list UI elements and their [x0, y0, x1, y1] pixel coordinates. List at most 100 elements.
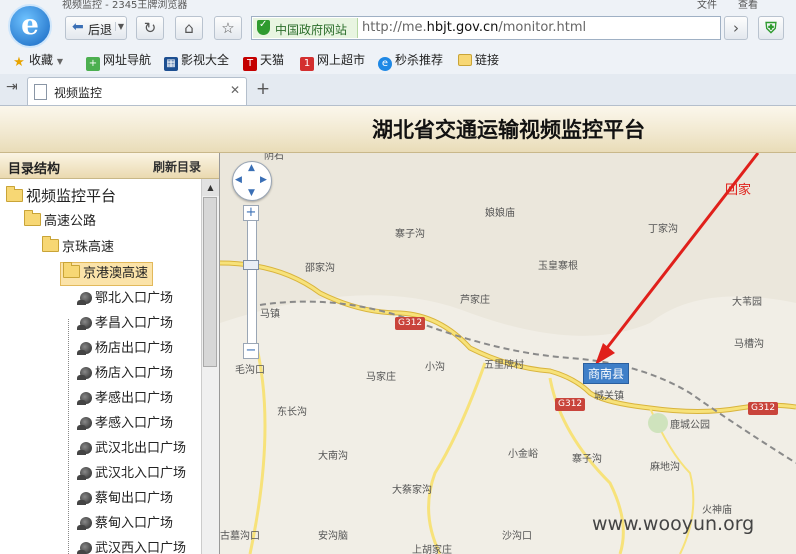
tree-node-highway[interactable]: 高速公路 [24, 210, 96, 232]
bookmark-supermarket[interactable]: 1 网上超市 [300, 51, 365, 71]
url-text[interactable]: http://me.hbjt.gov.cn/monitor.html [362, 20, 586, 35]
map-place-label: 小金峪 [508, 449, 538, 460]
folder-icon [63, 262, 80, 278]
map-place-label: 寨子沟 [572, 454, 602, 465]
map-place-label: 邵家沟 [305, 263, 335, 274]
tmall-icon: T [243, 57, 257, 71]
camera-item[interactable]: 孝昌入口广场 [77, 314, 173, 334]
map-place-label: 毛沟口 [235, 365, 265, 376]
map-place-label: 玉皇寨根 [538, 261, 578, 272]
folder-icon [458, 54, 472, 66]
camera-item[interactable]: 蔡甸入口广场 [77, 514, 173, 534]
camera-item[interactable]: 武汉北入口广场 [77, 464, 186, 484]
map-place-label: 大南沟 [318, 451, 348, 462]
new-tab-button[interactable]: + [252, 79, 274, 101]
folder-icon [24, 210, 41, 226]
bookmark-tmall[interactable]: T 天猫 [243, 51, 284, 71]
map-place-label: 安沟脑 [318, 531, 348, 542]
gov-site-badge[interactable]: 中国政府网站 [253, 18, 358, 38]
camera-item[interactable]: 鄂北入口广场 [77, 289, 173, 309]
map-place-label: 小沟 [425, 362, 445, 373]
menu-file[interactable]: 文件 [697, 0, 717, 10]
home-button[interactable]: ⌂ [175, 16, 203, 40]
map-place-label: 马家庄 [366, 372, 396, 383]
map-place-label: 麻地沟 [650, 462, 680, 473]
star-icon: ☆ [221, 19, 235, 37]
tree-node-root[interactable]: 视频监控平台 [6, 186, 116, 206]
bookmark-favorites[interactable]: ★ 收藏 ▼ [12, 51, 63, 70]
tree-node-jinggangao[interactable]: 京港澳高速 [60, 262, 154, 286]
go-button[interactable]: › [724, 16, 748, 40]
map-place-label: 五里牌村 [484, 360, 524, 371]
sidebar-toggle-icon[interactable]: ⇥ [6, 79, 18, 95]
camera-icon [77, 292, 92, 305]
back-dropdown-icon[interactable]: ▼ [114, 22, 124, 31]
window-title: 视频监控 - 2345王牌浏览器 [62, 0, 188, 10]
page-icon [34, 84, 47, 100]
camera-item[interactable]: 武汉西入口广场 [77, 539, 186, 554]
tree-node-jingzhu[interactable]: 京珠高速 [42, 236, 114, 258]
title-bar: 视频监控 - 2345王牌浏览器 文件 查看 [0, 0, 796, 10]
zoom-out-button[interactable]: − [243, 343, 259, 359]
camera-icon [77, 492, 92, 505]
scroll-thumb[interactable] [203, 197, 217, 367]
map-place-label: 芦家庄 [460, 295, 490, 306]
sidebar-title: 目录结构 [8, 162, 61, 177]
road-shield: G312 [555, 398, 586, 411]
camera-icon [77, 442, 92, 455]
tab-monitor[interactable]: 视频监控 ✕ [27, 77, 247, 105]
bookmark-links[interactable]: 链接 [458, 51, 499, 68]
browser-chrome: 视频监控 - 2345王牌浏览器 文件 查看 e ⬅ 后退 ▼ ↻ ⌂ ☆ 中国… [0, 0, 796, 106]
camera-icon [77, 542, 92, 554]
map-place-label: 上胡家庄 [412, 545, 452, 554]
city-marker[interactable]: 商南县 [583, 363, 630, 384]
camera-item[interactable]: 杨店入口广场 [77, 364, 173, 384]
bookmark-nav[interactable]: + 网址导航 [86, 51, 151, 71]
ie-small-icon: e [378, 57, 392, 71]
shop-icon: 1 [300, 57, 314, 71]
road-shield: G312 [395, 317, 426, 330]
gov-badge-label: 中国政府网站 [275, 23, 348, 37]
camera-item[interactable]: 孝感入口广场 [77, 414, 173, 434]
map-place-label: 马槽沟 [734, 339, 764, 350]
close-icon[interactable]: ✕ [230, 83, 240, 97]
home-annotation: 回家 [725, 183, 752, 198]
map-place-label: 沙沟口 [502, 531, 532, 542]
map-place-label: 马镇 [260, 309, 280, 320]
zoom-slider-handle[interactable] [243, 260, 259, 270]
bookmark-video[interactable]: ▦ 影视大全 [164, 51, 229, 71]
road-shield: G312 [748, 402, 779, 415]
zoom-in-button[interactable]: + [243, 205, 259, 221]
map-view[interactable]: ▲ ▼ ◀ ▶ + − 阴石 寨子沟 娘娘庙 丁家沟 邵家沟 玉皇寨根 芦家庄 大苇园 马槽沟马… [220, 153, 796, 554]
back-arrow-icon: ⬅ [72, 19, 84, 35]
map-pan-control[interactable]: ▲ ▼ ◀ ▶ [232, 161, 272, 201]
map-place-label: 丁家沟 [648, 224, 678, 235]
nav-site-icon: + [86, 57, 100, 71]
refresh-directory-button[interactable]: 刷新目录 [153, 158, 201, 175]
pan-down-icon: ▼ [248, 188, 255, 198]
bookmarks-bar: ★ 收藏 ▼ + 网址导航 ▦ 影视大全 T 天猫 1 网上超市 e 秒杀推荐 链接 [0, 46, 796, 72]
back-label: 后退 [88, 23, 113, 37]
shield-check-icon [257, 19, 270, 35]
zoom-slider-track[interactable] [247, 213, 257, 355]
menu-view[interactable]: 查看 [738, 0, 758, 10]
camera-icon [77, 417, 92, 430]
scroll-up-arrow-icon[interactable]: ▲ [202, 179, 219, 196]
map-place-label: 大苇园 [732, 297, 762, 308]
tree-scrollbar[interactable]: ▲ [201, 179, 219, 554]
camera-item[interactable]: 蔡甸出口广场 [77, 489, 173, 509]
camera-item[interactable]: 武汉北出口广场 [77, 439, 186, 459]
camera-icon [77, 517, 92, 530]
back-button[interactable]: ⬅ 后退 ▼ [65, 16, 127, 40]
star-icon: ★ [13, 55, 25, 70]
refresh-button[interactable]: ↻ [136, 16, 164, 40]
directory-tree: 视频监控平台 高速公路 京珠高速 京港澳高速 鄂北入口广场 孝昌入口广场 杨店出口广… [0, 179, 200, 554]
address-bar[interactable]: 中国政府网站 http://me.hbjt.gov.cn/monitor.htm… [251, 16, 721, 40]
page-title: 湖北省交通运输视频监控平台 [372, 118, 645, 142]
map-place-label: 阴石 [264, 153, 284, 162]
camera-item[interactable]: 杨店出口广场 [77, 339, 173, 359]
favorite-button[interactable]: ☆ [214, 16, 242, 40]
bookmark-flash-sale[interactable]: e 秒杀推荐 [378, 51, 443, 71]
security-button[interactable]: ⛨ [758, 16, 784, 40]
camera-item[interactable]: 孝感出口广场 [77, 389, 173, 409]
